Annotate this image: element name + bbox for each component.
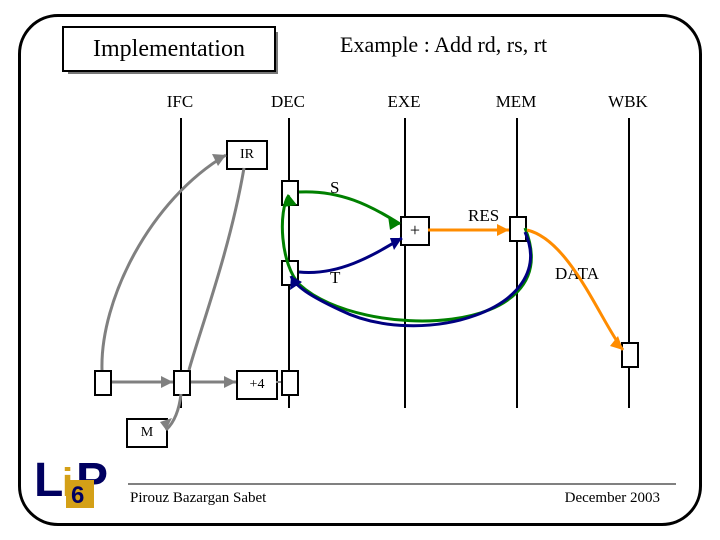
stage-label-ifc: IFC (150, 92, 210, 112)
alu-plus: + (400, 216, 430, 246)
label-t: T (330, 268, 340, 288)
pipeline-line-ifc (180, 118, 182, 408)
label-res: RES (468, 206, 499, 226)
logo-lip6: L i P 6 (32, 442, 118, 516)
logo-6: 6 (71, 482, 84, 509)
title-box: Implementation (62, 26, 276, 72)
footer-line (128, 483, 676, 485)
label-data: DATA (555, 264, 599, 284)
logo-l: L (34, 454, 63, 507)
footer-date: December 2003 (565, 490, 660, 507)
slide: Implementation Example : Add rd, rs, rt … (0, 0, 720, 540)
pipeline-line-exe (404, 118, 406, 408)
footer-author: Pirouz Bazargan Sabet (130, 490, 266, 507)
node-m: M (126, 418, 168, 448)
latch-ifc-pc (173, 370, 191, 396)
latch-pre-pc (94, 370, 112, 396)
latch-wbk-data (621, 342, 639, 368)
label-s: S (330, 178, 339, 198)
node-ir: IR (226, 140, 268, 170)
subtitle: Example : Add rd, rs, rt (340, 32, 547, 58)
slide-frame (18, 14, 702, 526)
stage-label-wbk: WBK (598, 92, 658, 112)
stage-label-mem: MEM (486, 92, 546, 112)
stage-label-dec: DEC (258, 92, 318, 112)
latch-dec-t (281, 260, 299, 286)
stage-label-exe: EXE (374, 92, 434, 112)
latch-dec-s (281, 180, 299, 206)
latch-mem-res (509, 216, 527, 242)
latch-dec-pc (281, 370, 299, 396)
pipeline-line-mem (516, 118, 518, 408)
node-plus4: +4 (236, 370, 278, 400)
